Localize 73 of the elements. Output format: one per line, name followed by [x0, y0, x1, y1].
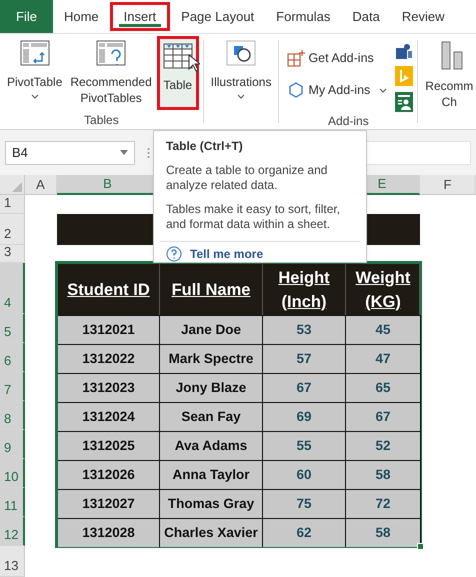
row-header[interactable]: 8: [0, 401, 25, 430]
row-header[interactable]: 5: [0, 314, 25, 343]
table-cell: 52: [346, 431, 421, 460]
table-cell: 58: [346, 460, 421, 489]
table-cell: 1312027: [58, 489, 160, 518]
column-heading: Student ID: [67, 280, 150, 300]
pivot-button[interactable]: PivotTable: [4, 36, 66, 110]
my-add-ins-button[interactable]: My Add-ins: [287, 78, 388, 102]
tooltip-title: Table (Ctrl+T): [166, 138, 244, 155]
ribbon-tab[interactable]: Page Layout: [170, 0, 266, 33]
row-header[interactable]: 2: [0, 214, 25, 245]
table-cell: Charles Xavier: [160, 518, 263, 547]
table-cell: 62: [263, 518, 346, 547]
table-cell: Anna Taylor: [160, 460, 263, 489]
column-header[interactable]: A: [25, 175, 57, 195]
table-button[interactable]: Table: [156, 36, 199, 110]
column-heading: Full Name: [172, 280, 250, 300]
row-header[interactable]: 7: [0, 372, 25, 401]
table-cell: 45: [346, 315, 421, 344]
ribbon-tab[interactable]: Data: [341, 0, 391, 33]
table-cell: 1312026: [58, 460, 160, 489]
row-header[interactable]: 13: [0, 546, 25, 577]
file-tab[interactable]: File: [0, 0, 53, 33]
table-cell: 1312022: [58, 344, 160, 373]
group-label: Tables: [84, 113, 119, 127]
get-add-ins-button[interactable]: Get Add-ins: [287, 46, 388, 70]
table-cell: 65: [346, 373, 421, 402]
row-header[interactable]: 4: [0, 263, 25, 314]
table-cell: 69: [263, 402, 346, 431]
table-cell: 75: [263, 489, 346, 518]
table-cell: Jane Doe: [160, 315, 263, 344]
row-header[interactable]: 11: [0, 488, 25, 517]
table-cell: 1312025: [58, 431, 160, 460]
row-header[interactable]: 6: [0, 343, 25, 372]
cell-reference: B4: [12, 144, 28, 162]
table-cell: Ava Adams: [160, 431, 263, 460]
help-link[interactable]: Tell me more: [166, 245, 354, 263]
ribbon-tab[interactable]: Formulas: [265, 0, 342, 33]
table-cell: 53: [263, 315, 346, 344]
table-cell: Jony Blaze: [160, 373, 263, 402]
table-cell: Thomas Gray: [160, 489, 263, 518]
tooltip-text: Tables make it easy to sort, filter, and format data within a sheet.: [166, 202, 342, 232]
column-heading: Weight (KG): [354, 268, 412, 312]
table-cell: Sean Fay: [160, 402, 263, 431]
row-header[interactable]: 1: [0, 195, 25, 214]
recommended-charts-button[interactable]: Recomm Ch: [422, 36, 476, 110]
ribbon-tab[interactable]: Review: [390, 0, 456, 33]
table-cell: 1312024: [58, 402, 160, 431]
tooltip-text: Create a table to organize and analyze related data.: [166, 163, 328, 193]
ribbon-tab[interactable]: Home: [52, 0, 110, 33]
group-label: Add-ins: [328, 114, 369, 128]
illustrations-button[interactable]: Illustrations: [208, 36, 274, 110]
table-cell: 60: [263, 460, 346, 489]
table-cell: Mark Spectre: [160, 344, 263, 373]
table-cell: 1312028: [58, 518, 160, 547]
row-header[interactable]: 10: [0, 459, 25, 488]
row-header[interactable]: 3: [0, 245, 25, 263]
table-cell: 67: [263, 373, 346, 402]
column-header[interactable]: F: [420, 175, 476, 195]
ribbon-tab[interactable]: Insert: [110, 2, 170, 31]
row-header[interactable]: 9: [0, 430, 25, 459]
table-cell: 47: [346, 344, 421, 373]
table-cell: 1312021: [58, 315, 160, 344]
table-cell: 55: [263, 431, 346, 460]
table-cell: 72: [346, 489, 421, 518]
column-heading: Height (Inch): [277, 268, 331, 312]
table-cell: 1312023: [58, 373, 160, 402]
table-cell: 57: [263, 344, 346, 373]
table-cell: 58: [346, 518, 421, 547]
table-cell: 67: [346, 402, 421, 431]
recommended-button[interactable]: Recommended PivotTables: [67, 36, 155, 110]
name-box[interactable]: B4: [5, 140, 135, 164]
row-header[interactable]: 12: [0, 517, 25, 546]
